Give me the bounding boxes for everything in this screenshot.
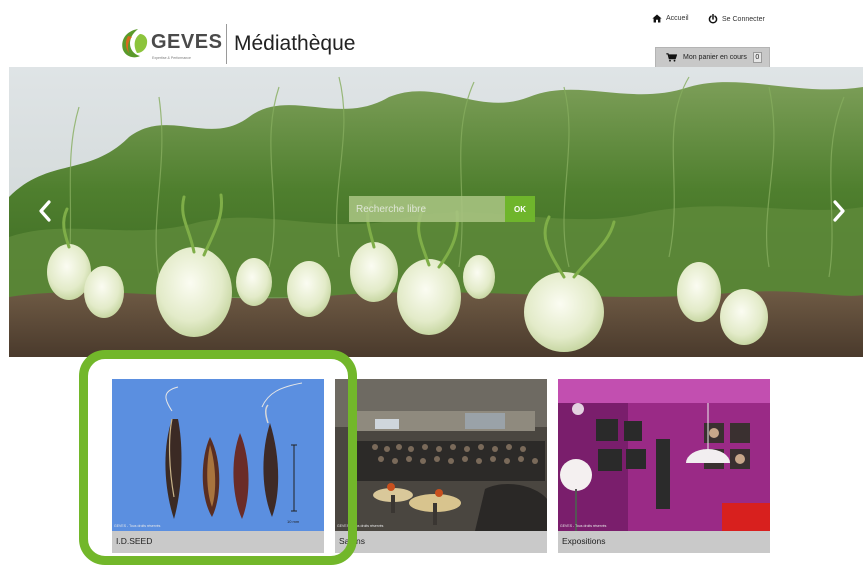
geves-logo[interactable]: GEVES Expertise & Performance Médiathèqu… [118, 22, 358, 70]
card-salons[interactable]: GEVES - Tous droits réservés Salons [335, 379, 547, 553]
chevron-left-icon [39, 200, 51, 222]
logo-tagline: Expertise & Performance [152, 56, 191, 60]
power-icon [708, 14, 718, 24]
hero-carousel: OK [9, 67, 863, 357]
card-id-seed-image: 10 mm GEVES - Tous droits réservés [112, 379, 324, 531]
top-links: Accueil Se Connecter [652, 14, 852, 30]
card-caption: I.D.SEED [112, 531, 324, 553]
card-copyright: GEVES - Tous droits réservés [560, 524, 607, 528]
login-link[interactable]: Se Connecter [708, 14, 765, 24]
card-expositions[interactable]: GEVES - Tous droits réservés Expositions [558, 379, 770, 553]
card-caption: Expositions [558, 531, 770, 553]
carousel-prev-button[interactable] [33, 191, 57, 231]
cart-count-badge: 0 [752, 52, 762, 63]
home-link[interactable]: Accueil [652, 14, 689, 23]
logo-text: GEVES [151, 31, 223, 53]
cart-button[interactable]: Mon panier en cours 0 [655, 47, 770, 68]
card-expositions-image: GEVES - Tous droits réservés [558, 379, 770, 531]
card-caption: Salons [335, 531, 547, 553]
geves-leaf-icon [122, 29, 148, 58]
chevron-right-icon [833, 200, 845, 222]
card-copyright: GEVES - Tous droits réservés [337, 524, 384, 528]
card-copyright: GEVES - Tous droits réservés [114, 524, 161, 528]
site-title: Médiathèque [234, 32, 356, 55]
logo-divider [226, 24, 227, 64]
login-link-label: Se Connecter [722, 15, 765, 23]
search-ok-button[interactable]: OK [505, 196, 535, 222]
shopping-cart-icon [666, 53, 677, 62]
card-id-seed[interactable]: 10 mm GEVES - Tous droits réservés I.D.S… [112, 379, 324, 553]
hero-search: OK [349, 196, 535, 222]
card-salons-image: GEVES - Tous droits réservés [335, 379, 547, 531]
cart-label: Mon panier en cours [683, 54, 747, 61]
carousel-next-button[interactable] [827, 191, 851, 231]
search-input[interactable] [349, 196, 505, 222]
scale-bar-label: 10 mm [287, 519, 300, 524]
home-link-label: Accueil [666, 15, 689, 22]
home-icon [652, 14, 662, 23]
